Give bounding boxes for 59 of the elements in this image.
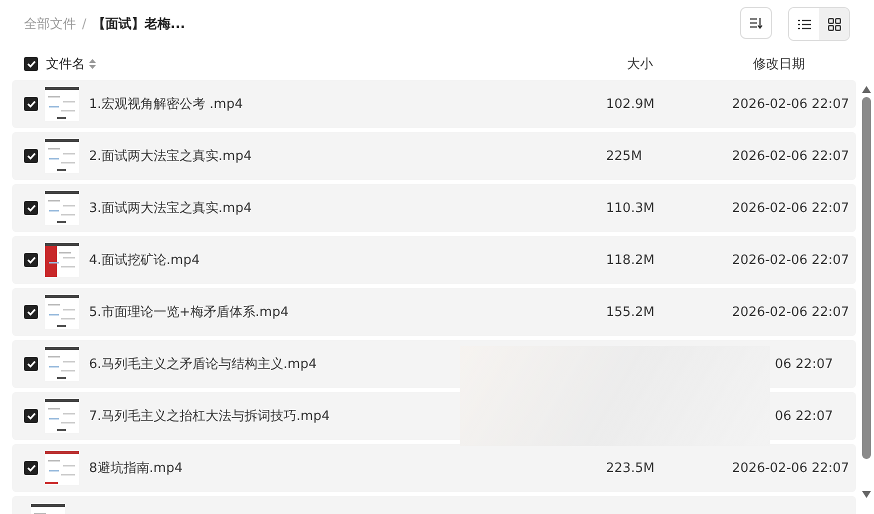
modified-date: 2026-02-06 22:07 bbox=[732, 304, 850, 320]
file-row[interactable]: 2.面试两大法宝之真实.mp4 225M 2026-02-06 22:07 bbox=[12, 132, 856, 180]
file-name: 2.面试两大法宝之真实.mp4 bbox=[89, 148, 252, 165]
file-name: 8避坑指南.mp4 bbox=[89, 460, 183, 477]
file-size: 155.2M bbox=[606, 304, 654, 320]
sort-arrows-icon[interactable] bbox=[89, 59, 96, 69]
row-checkbox[interactable] bbox=[24, 409, 38, 423]
video-thumbnail bbox=[45, 243, 79, 277]
row-checkbox[interactable] bbox=[24, 201, 38, 215]
grid-view-button[interactable] bbox=[819, 8, 849, 40]
file-size: 225M bbox=[606, 148, 642, 164]
video-thumbnail bbox=[45, 451, 79, 485]
modified-date: 06 22:07 bbox=[774, 356, 833, 372]
current-folder: 【面试】老梅... bbox=[92, 16, 186, 33]
modified-date: 2026-02-06 22:07 bbox=[732, 148, 850, 164]
modified-date: 06 22:07 bbox=[774, 408, 833, 424]
file-row[interactable]: 3.面试两大法宝之真实.mp4 110.3M 2026-02-06 22:07 bbox=[12, 184, 856, 232]
select-all-checkbox[interactable] bbox=[24, 57, 38, 71]
date-column-header: 修改日期 bbox=[753, 56, 806, 73]
file-size: 110.3M bbox=[606, 200, 654, 216]
scroll-up-icon[interactable] bbox=[862, 86, 870, 93]
row-checkbox[interactable] bbox=[24, 305, 38, 319]
file-name: 1.宏观视角解密公考 .mp4 bbox=[89, 96, 243, 113]
video-thumbnail bbox=[45, 295, 79, 329]
list-icon bbox=[798, 18, 810, 30]
file-name: 5.市面理论一览+梅矛盾体系.mp4 bbox=[89, 304, 289, 321]
row-checkbox[interactable] bbox=[24, 149, 38, 163]
video-thumbnail bbox=[45, 399, 79, 433]
row-checkbox[interactable] bbox=[24, 253, 38, 267]
breadcrumb-separator: / bbox=[82, 16, 86, 32]
scroll-down-icon[interactable] bbox=[862, 491, 870, 498]
modified-date: 2026-02-06 22:07 bbox=[732, 200, 850, 216]
file-row[interactable]: 8避坑指南.mp4 223.5M 2026-02-06 22:07 bbox=[12, 444, 856, 492]
modified-date: 2026-02-06 22:07 bbox=[732, 252, 850, 268]
file-name: 7.马列毛主义之抬杠大法与拆词技巧.mp4 bbox=[89, 408, 330, 425]
size-column-header: 大小 bbox=[627, 56, 654, 73]
file-size: 102.9M bbox=[606, 96, 654, 112]
scrollbar-thumb[interactable] bbox=[862, 97, 870, 459]
row-checkbox[interactable] bbox=[24, 461, 38, 475]
file-name: 6.马列毛主义之矛盾论与结构主义.mp4 bbox=[89, 356, 317, 373]
video-thumbnail bbox=[45, 139, 79, 173]
file-name: 3.面试两大法宝之真实.mp4 bbox=[89, 200, 252, 217]
sort-button[interactable] bbox=[740, 7, 772, 39]
sort-icon bbox=[749, 17, 763, 29]
video-thumbnail bbox=[45, 87, 79, 121]
file-name: 4.面试挖矿论.mp4 bbox=[89, 252, 200, 269]
file-size: 118.2M bbox=[606, 252, 654, 268]
file-row[interactable]: 1.宏观视角解密公考 .mp4 102.9M 2026-02-06 22:07 bbox=[12, 80, 856, 128]
video-thumbnail bbox=[45, 191, 79, 225]
file-row[interactable]: 4.面试挖矿论.mp4 118.2M 2026-02-06 22:07 bbox=[12, 236, 856, 284]
modified-date: 2026-02-06 22:07 bbox=[732, 460, 850, 476]
name-column-header[interactable]: 文件名 bbox=[46, 55, 85, 73]
row-checkbox[interactable] bbox=[24, 357, 38, 371]
file-row[interactable]: 5.市面理论一览+梅矛盾体系.mp4 155.2M 2026-02-06 22:07 bbox=[12, 288, 856, 336]
grid-icon bbox=[828, 18, 840, 30]
modified-date: 2026-02-06 22:07 bbox=[732, 96, 850, 112]
row-checkbox[interactable] bbox=[24, 97, 38, 111]
video-thumbnail bbox=[45, 347, 79, 381]
file-size: 223.5M bbox=[606, 460, 654, 476]
